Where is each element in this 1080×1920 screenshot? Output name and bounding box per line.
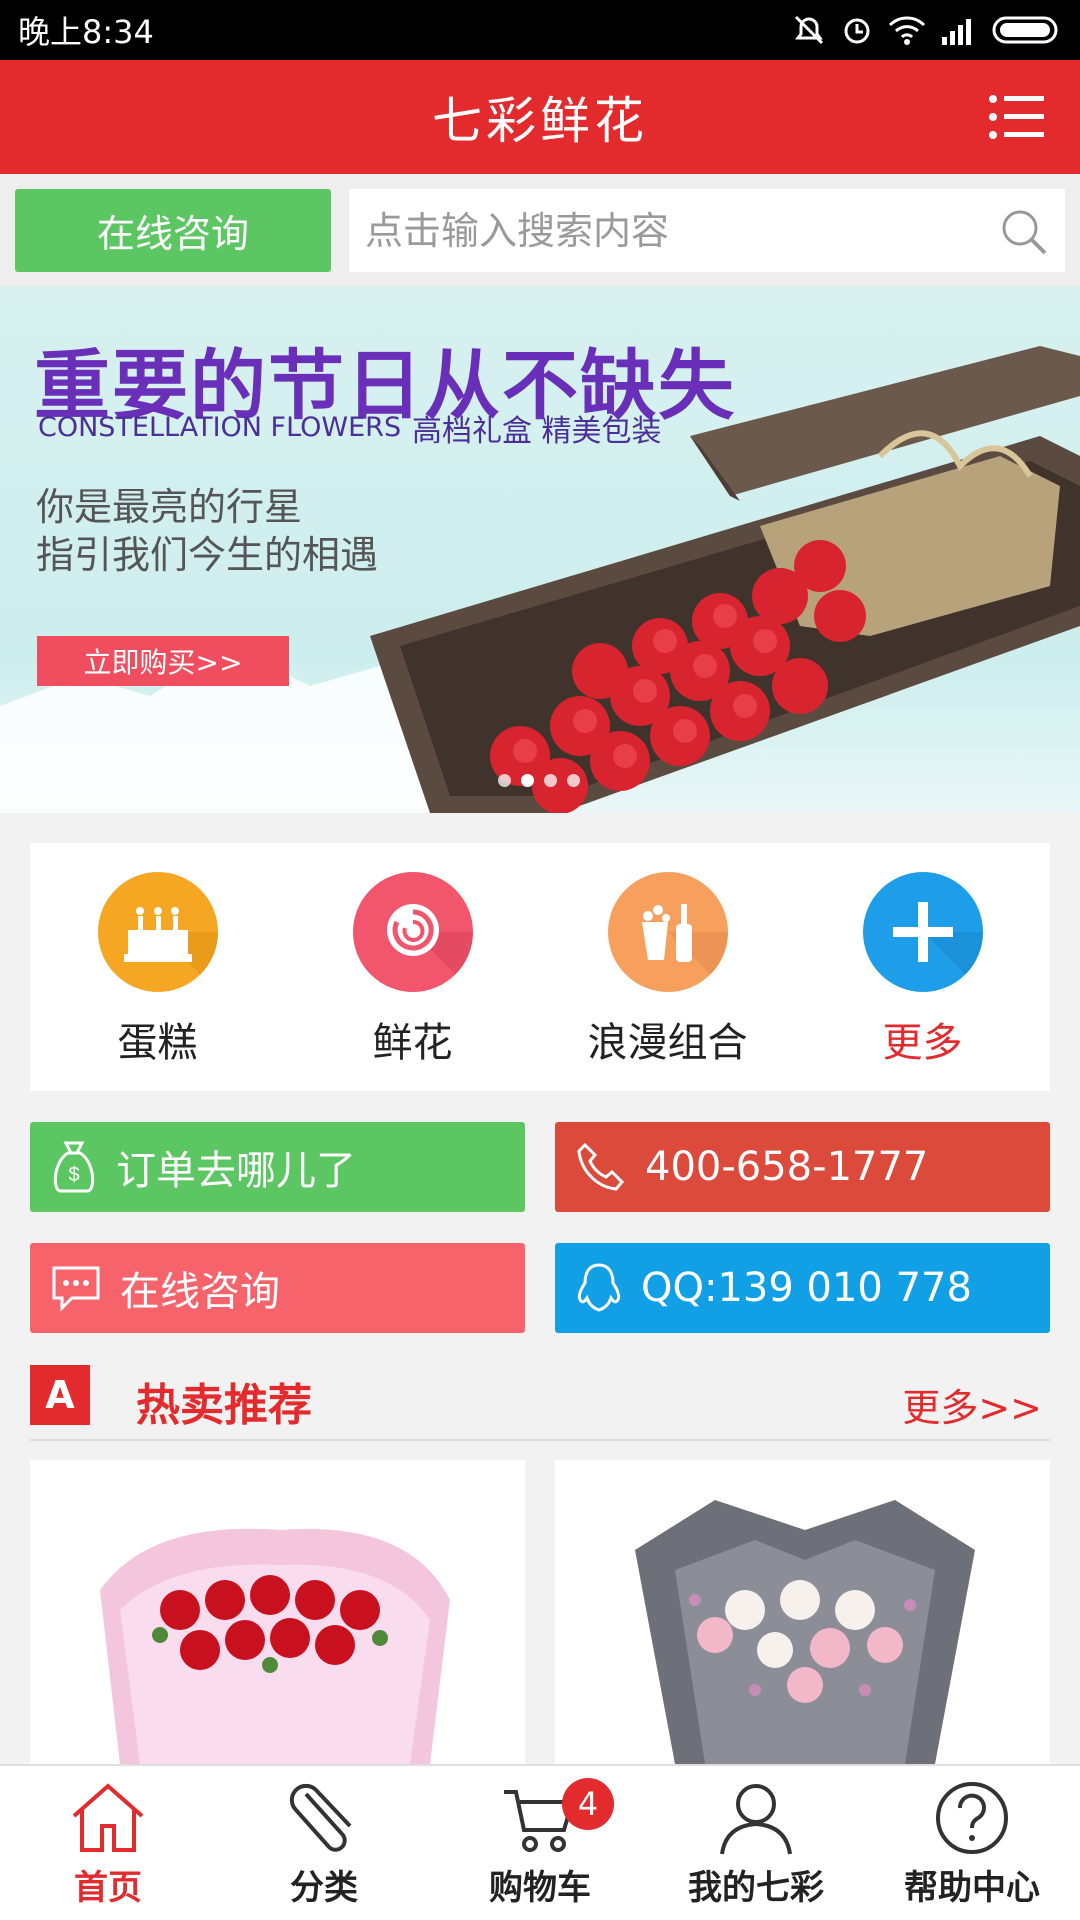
cart-count-badge: 4	[562, 1778, 614, 1830]
battery-icon	[992, 16, 1058, 44]
carousel-dots[interactable]	[498, 774, 580, 787]
category-label: 蛋糕	[117, 1020, 198, 1066]
money-bag-icon: $	[53, 1141, 95, 1193]
banner-poem-line1: 你是最亮的行星	[36, 485, 303, 529]
tab-category[interactable]: 分类	[216, 1766, 432, 1920]
online-consult-action-button[interactable]: 在线咨询	[30, 1243, 525, 1333]
tab-label: 购物车	[489, 1868, 591, 1908]
search-input[interactable]	[365, 208, 965, 253]
carousel-dot[interactable]	[567, 774, 580, 787]
category-romantic-combo[interactable]: 浪漫组合	[540, 843, 795, 1091]
order-tracking-button[interactable]: $ 订单去哪儿了	[30, 1122, 525, 1212]
cake-icon	[97, 872, 218, 992]
qq-number-label: QQ:139 010 778	[641, 1265, 972, 1311]
tab-label: 分类	[290, 1868, 358, 1908]
product-card[interactable]	[30, 1460, 525, 1764]
gift-combo-icon	[607, 872, 728, 992]
tab-label: 首页	[74, 1868, 142, 1908]
red-rose-bouquet-image	[30, 1460, 525, 1764]
home-icon	[72, 1783, 144, 1852]
carousel-dot-active[interactable]	[521, 774, 534, 787]
status-icons	[792, 13, 1062, 47]
banner-poem-line2: 指引我们今生的相遇	[36, 533, 379, 577]
buy-now-button[interactable]: 立即购买>>	[37, 636, 289, 686]
rose-icon	[352, 872, 473, 992]
mute-icon	[794, 15, 824, 45]
phone-call-button[interactable]: 400-658-1777	[555, 1122, 1050, 1212]
app-header: 七彩鲜花	[0, 60, 1080, 174]
category-more[interactable]: 更多	[795, 843, 1050, 1091]
banner-tagline: 高档礼盒 精美包装	[412, 414, 662, 449]
user-icon	[720, 1784, 792, 1855]
online-consult-button[interactable]: 在线咨询	[15, 189, 331, 272]
page-title: 七彩鲜花	[432, 92, 648, 150]
help-icon	[936, 1782, 1008, 1854]
section-more-link[interactable]: 更多>>	[902, 1377, 1042, 1432]
category-grid: 蛋糕 鲜花 浪漫组合 更多	[30, 843, 1050, 1091]
qq-penguin-icon	[577, 1263, 621, 1312]
phone-number-label: 400-658-1777	[645, 1144, 929, 1190]
tab-my-account[interactable]: 我的七彩	[648, 1766, 864, 1920]
status-bar: 晚上8:34	[0, 0, 1080, 60]
online-consult-label: 在线咨询	[120, 1269, 280, 1315]
category-label: 更多	[882, 1020, 963, 1066]
paperclip-icon	[289, 1783, 352, 1852]
category-flowers[interactable]: 鲜花	[285, 843, 540, 1091]
category-cake[interactable]: 蛋糕	[30, 843, 285, 1091]
category-label: 鲜花	[372, 1020, 453, 1066]
category-label: 浪漫组合	[587, 1020, 748, 1066]
tab-home[interactable]: 首页	[0, 1766, 216, 1920]
tab-help-center[interactable]: 帮助中心	[864, 1766, 1080, 1920]
search-icon[interactable]	[999, 207, 1049, 257]
order-tracking-label: 订单去哪儿了	[116, 1148, 356, 1194]
phone-icon	[577, 1142, 625, 1191]
chat-bubble-icon	[52, 1266, 100, 1312]
section-title: 热卖推荐	[136, 1380, 312, 1431]
svg-text:$: $	[68, 1164, 79, 1186]
tab-label: 帮助中心	[904, 1868, 1040, 1908]
alarm-icon	[844, 18, 870, 44]
status-time: 晚上8:34	[18, 13, 154, 51]
banner-english-line: CONSTELLATION FLOWERS	[38, 412, 402, 443]
hot-recommend-section-header: A 热卖推荐 更多>>	[30, 1365, 1050, 1441]
bottom-tab-bar: 首页 分类 4 购物车 我的七彩 帮助中心	[0, 1764, 1080, 1920]
carousel-dot[interactable]	[544, 774, 557, 787]
section-badge: A	[30, 1365, 90, 1425]
list-menu-icon[interactable]	[988, 92, 1044, 142]
promo-banner[interactable]: 重要的节日从不缺失 CONSTELLATION FLOWERS 高档礼盒 精美包…	[0, 286, 1080, 813]
qq-contact-button[interactable]: QQ:139 010 778	[555, 1243, 1050, 1333]
tab-cart[interactable]: 4 购物车	[432, 1766, 648, 1920]
tab-label: 我的七彩	[688, 1868, 824, 1908]
search-box[interactable]	[349, 189, 1065, 272]
search-row: 在线咨询	[0, 174, 1080, 286]
wifi-icon	[888, 16, 926, 45]
signal-icon	[942, 19, 971, 45]
pink-white-rose-bouquet-image	[555, 1460, 1050, 1764]
plus-icon	[862, 872, 983, 992]
carousel-dot[interactable]	[498, 774, 511, 787]
product-card[interactable]	[555, 1460, 1050, 1764]
